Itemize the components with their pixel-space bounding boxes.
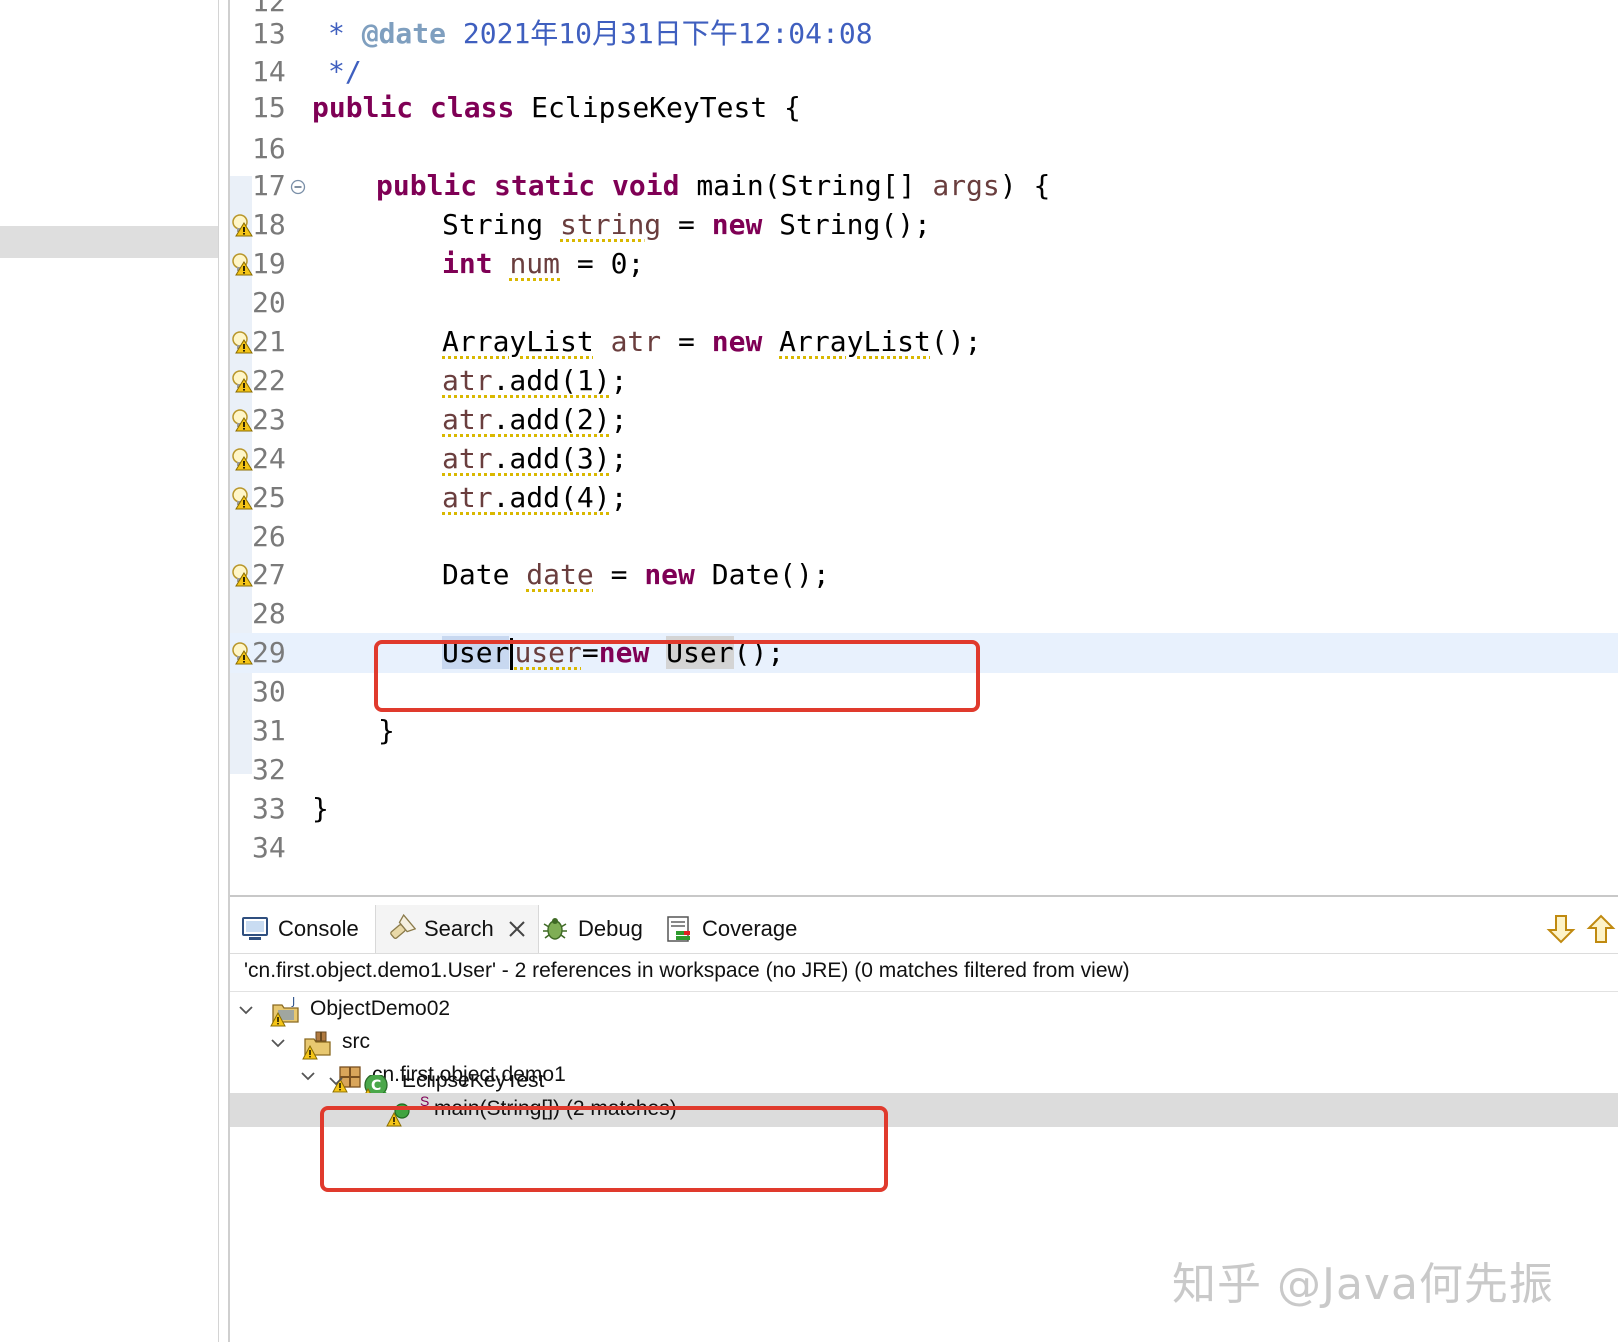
tab-debug[interactable]: Debug <box>540 905 643 953</box>
code-line-14: 14 */ <box>230 52 1618 92</box>
source-folder-icon <box>302 1031 331 1060</box>
code-line-21: 21 ArrayList atr = new ArrayList(); <box>230 322 1618 362</box>
java-project-icon: J <box>270 995 299 1027</box>
code-line-26: 26 <box>230 517 1618 557</box>
line-number: 26 <box>252 520 286 553</box>
line-number: 25 <box>252 481 286 514</box>
code-line-28: 28 <box>230 594 1618 634</box>
code-line-27: 27 Date date = new Date(); <box>230 555 1618 595</box>
next-match-arrow-icon[interactable] <box>1546 913 1576 945</box>
lightbulb-warning-icon[interactable] <box>230 408 254 432</box>
line-number: 16 <box>252 132 286 165</box>
code-line-34: 34 <box>230 828 1618 868</box>
line-number: 23 <box>252 403 286 436</box>
line-number: 20 <box>252 286 286 319</box>
code-line-19: 19 int num = 0; <box>230 244 1618 284</box>
code-line-22: 22 atr.add(1); <box>230 361 1618 401</box>
tab-console[interactable]: Console <box>240 905 359 953</box>
line-number: 28 <box>252 597 286 630</box>
chevron-down-icon[interactable] <box>270 1035 286 1051</box>
code-line-29-current: 29 User user=new User(); <box>230 633 1618 673</box>
previous-match-arrow-icon[interactable] <box>1586 913 1616 945</box>
close-icon[interactable] <box>506 918 528 940</box>
svg-text:C: C <box>371 1078 381 1094</box>
line-number: 19 <box>252 247 286 280</box>
coverage-icon <box>667 916 690 942</box>
code-line-23: 23 atr.add(2); <box>230 400 1618 440</box>
lightbulb-warning-icon[interactable] <box>230 369 254 393</box>
lightbulb-warning-icon[interactable] <box>230 641 254 665</box>
flashlight-search-icon <box>390 914 416 939</box>
line-number: 14 <box>252 55 286 88</box>
code-line-25: 25 atr.add(4); <box>230 478 1618 518</box>
line-number: 32 <box>252 753 286 786</box>
fold-collapse-icon[interactable] <box>290 179 306 195</box>
line-number: 21 <box>252 325 286 358</box>
code-line-33: 33 } <box>230 789 1618 829</box>
line-number: 31 <box>252 714 286 747</box>
code-line-20: 20 <box>230 283 1618 323</box>
lightbulb-warning-icon[interactable] <box>230 447 254 471</box>
chevron-down-icon[interactable] <box>238 1002 254 1018</box>
code-line-32: 32 <box>230 750 1618 790</box>
occurrence-highlight: User <box>666 636 734 669</box>
line-number: 24 <box>252 442 286 475</box>
lightbulb-warning-icon[interactable] <box>230 563 254 587</box>
code-line-18: 18 String string = new String(); <box>230 205 1618 245</box>
package-explorer-pane <box>0 0 219 1342</box>
chevron-down-icon[interactable] <box>328 1075 344 1089</box>
console-icon <box>242 917 268 940</box>
lightbulb-warning-icon[interactable] <box>230 330 254 354</box>
line-number: 22 <box>252 364 286 397</box>
line-number: 17 <box>252 169 286 202</box>
watermark: 知乎 @Java何先振 <box>1172 1259 1554 1310</box>
line-number: 29 <box>252 636 286 669</box>
code-line-30: 30 <box>230 672 1618 712</box>
lightbulb-warning-icon[interactable] <box>230 252 254 276</box>
tree-node-src[interactable]: src <box>230 1026 1618 1060</box>
line-number: 27 <box>252 558 286 591</box>
public-method-icon <box>386 1103 410 1127</box>
panel-tab-bar: Console Search Debug Coverage <box>230 905 1618 954</box>
svg-text:J: J <box>291 995 295 1008</box>
code-line-13: 13 * @date 2021年10月31日下午12:04:08 <box>230 14 1618 54</box>
tree-node-project[interactable]: J ObjectDemo02 <box>230 993 1618 1027</box>
summary-divider <box>230 991 1618 992</box>
tab-search[interactable]: Search <box>375 905 539 953</box>
search-summary: 'cn.first.object.demo1.User' - 2 referen… <box>244 959 1130 982</box>
code-line-16: 16 <box>230 129 1618 169</box>
static-modifier-mark: S <box>420 1093 430 1109</box>
explorer-selected-row[interactable] <box>0 226 218 258</box>
code-line-31: 31 } <box>230 711 1618 751</box>
line-number: 18 <box>252 208 286 241</box>
tab-coverage[interactable]: Coverage <box>664 905 797 953</box>
code-line-15: 15 public class EclipseKeyTest { <box>230 88 1618 128</box>
code-line-24: 24 atr.add(3); <box>230 439 1618 479</box>
line-number: 13 <box>252 17 286 50</box>
code-line-17: 17 public static void main(String[] args… <box>230 166 1618 206</box>
code-editor[interactable]: 12 13 * @date 2021年10月31日下午12:04:08 14 *… <box>230 0 1618 895</box>
text-caret <box>510 638 514 670</box>
selected-type-user: User <box>442 636 510 669</box>
lightbulb-warning-icon[interactable] <box>230 213 254 237</box>
lightbulb-warning-icon[interactable] <box>230 486 254 510</box>
bug-icon <box>543 918 567 940</box>
line-number: 34 <box>252 831 286 864</box>
line-number: 30 <box>252 675 286 708</box>
tree-node-method-selected[interactable]: S main(String[]) (2 matches) <box>230 1093 1618 1127</box>
